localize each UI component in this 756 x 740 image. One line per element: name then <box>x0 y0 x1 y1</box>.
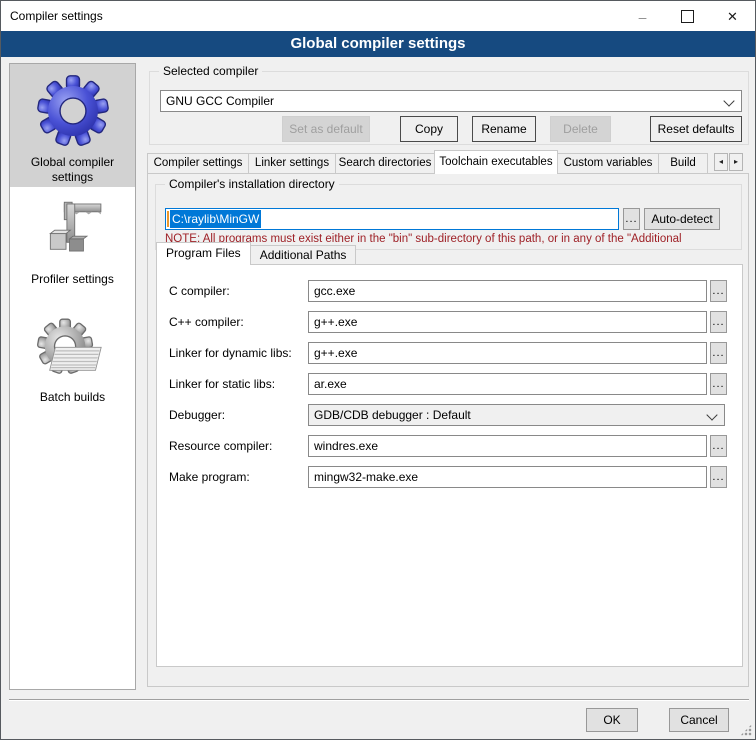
tab-compiler-settings[interactable]: Compiler settings <box>147 153 249 174</box>
gray-gear-stack-icon <box>36 372 110 386</box>
linker-for-static-libs-input[interactable]: ar.exe <box>308 373 707 395</box>
auto-detect-button[interactable]: Auto-detect <box>644 208 720 230</box>
dialog-header-title: Global compiler settings <box>1 31 755 57</box>
c++-compiler-input[interactable]: g++.exe <box>308 311 707 333</box>
sidebar-item-label: Profiler settings <box>10 272 135 287</box>
make-program-label: Make program: <box>169 466 250 488</box>
compiler-settings-dialog: Compiler settings – ✕ Global compiler se… <box>0 0 756 740</box>
maximize-button[interactable] <box>665 1 710 31</box>
resize-grip[interactable] <box>740 724 752 736</box>
installation-directory-group: Compiler's installation directory C:\ray… <box>155 184 742 250</box>
sidebar-item-profiler-settings[interactable]: Profiler settings <box>10 187 135 287</box>
installation-directory-input[interactable]: C:\raylib\MinGW <box>165 208 619 230</box>
minimize-icon: – <box>639 9 647 25</box>
compiler-select-value: GNU GCC Compiler <box>166 94 274 108</box>
rename-button[interactable]: Rename <box>472 116 536 142</box>
resource-compiler-input[interactable]: windres.exe <box>308 435 707 457</box>
linker-for-dynamic-libs-input[interactable]: g++.exe <box>308 342 707 364</box>
make-program-browse-button[interactable]: ... <box>710 466 727 488</box>
tab-build[interactable]: Build <box>658 153 708 174</box>
caliper-icon <box>38 254 108 268</box>
tab-search-directories[interactable]: Search directories <box>335 153 435 174</box>
tab-linker-settings[interactable]: Linker settings <box>248 153 336 174</box>
c-compiler-label: C compiler: <box>169 280 230 302</box>
debugger-select-value: GDB/CDB debugger : Default <box>314 408 471 422</box>
installation-directory-value: C:\raylib\MinGW <box>170 210 261 228</box>
installation-directory-group-label: Compiler's installation directory <box>165 177 339 191</box>
window-title: Compiler settings <box>10 1 103 31</box>
sidebar-item-batch-builds[interactable]: Batch builds <box>10 317 135 405</box>
linker-for-dynamic-libs-browse-button[interactable]: ... <box>710 342 727 364</box>
browse-directory-button[interactable]: ... <box>623 208 640 230</box>
text-caret <box>167 211 169 227</box>
program-tabs: Program FilesAdditional Paths <box>156 242 356 265</box>
set-as-default-button: Set as default <box>282 116 370 142</box>
tab-toolchain-executables[interactable]: Toolchain executables <box>434 150 558 174</box>
footer-divider <box>9 699 749 701</box>
sidebar-item-label: Batch builds <box>10 390 135 405</box>
toolchain-executables-page: Compiler's installation directory C:\ray… <box>147 173 749 687</box>
chevron-down-icon <box>706 409 717 420</box>
close-button[interactable]: ✕ <box>710 1 755 31</box>
subtab-additional-paths[interactable]: Additional Paths <box>250 245 357 265</box>
sidebar-item-label: Global compiler settings <box>10 155 135 185</box>
linker-for-dynamic-libs-label: Linker for dynamic libs: <box>169 342 292 364</box>
linker-for-static-libs-browse-button[interactable]: ... <box>710 373 727 395</box>
settings-category-list: Global compiler settings Profiler settin… <box>9 63 136 690</box>
tab-custom-variables[interactable]: Custom variables <box>557 153 659 174</box>
sidebar-item-global-compiler-settings[interactable]: Global compiler settings <box>10 64 135 187</box>
cancel-button[interactable]: Cancel <box>669 708 729 732</box>
debugger-label: Debugger: <box>169 404 225 426</box>
titlebar: Compiler settings – ✕ <box>1 1 755 31</box>
selected-compiler-group: Selected compiler GNU GCC Compiler Set a… <box>149 71 749 145</box>
delete-button: Delete <box>550 116 611 142</box>
copy-button[interactable]: Copy <box>400 116 458 142</box>
reset-defaults-button[interactable]: Reset defaults <box>650 116 742 142</box>
debugger-select[interactable]: GDB/CDB debugger : Default <box>308 404 725 426</box>
subtab-program-files[interactable]: Program Files <box>156 242 251 265</box>
resource-compiler-label: Resource compiler: <box>169 435 272 457</box>
ok-button[interactable]: OK <box>586 708 638 732</box>
tab-scroll-right-button[interactable]: ▸ <box>729 153 743 171</box>
tab-scroll-left-button[interactable]: ◂ <box>714 153 728 171</box>
c++-compiler-browse-button[interactable]: ... <box>710 311 727 333</box>
make-program-input[interactable]: mingw32-make.exe <box>308 466 707 488</box>
blue-gear-icon <box>36 137 110 151</box>
close-icon: ✕ <box>727 9 738 24</box>
maximize-icon <box>681 10 694 23</box>
program-files-panel: C compiler: gcc.exe... C++ compiler: g++.ex… <box>156 264 743 667</box>
resource-compiler-browse-button[interactable]: ... <box>710 435 727 457</box>
settings-tabs: Compiler settingsLinker settingsSearch d… <box>147 150 713 174</box>
c-compiler-browse-button[interactable]: ... <box>710 280 727 302</box>
compiler-select[interactable]: GNU GCC Compiler <box>160 90 742 112</box>
minimize-button[interactable]: – <box>620 1 665 31</box>
c-compiler-input[interactable]: gcc.exe <box>308 280 707 302</box>
selected-compiler-group-label: Selected compiler <box>159 64 262 78</box>
c++-compiler-label: C++ compiler: <box>169 311 244 333</box>
linker-for-static-libs-label: Linker for static libs: <box>169 373 275 395</box>
chevron-down-icon <box>723 95 734 106</box>
